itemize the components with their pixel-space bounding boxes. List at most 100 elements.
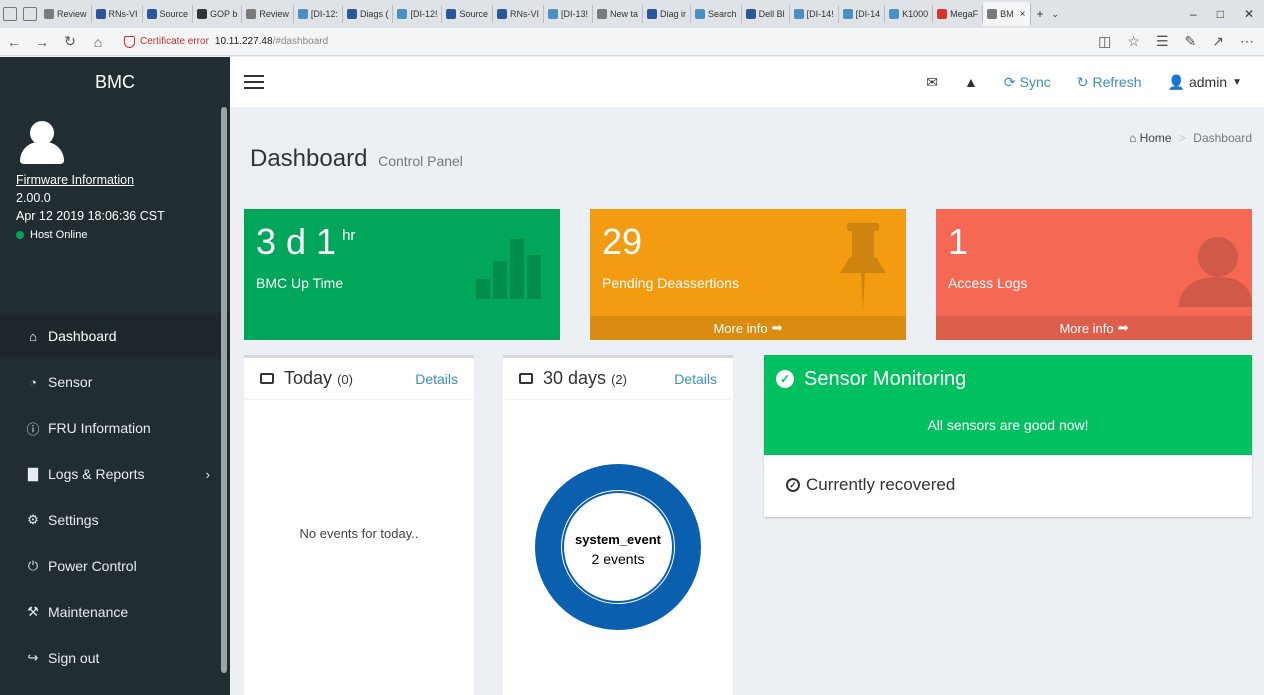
brand-logo[interactable]: BMC bbox=[0, 57, 230, 107]
sidebar-item-logs-reports[interactable]: ▇ Logs & Reports › bbox=[0, 451, 230, 497]
browser-tab[interactable]: RNs-VI bbox=[493, 5, 544, 23]
reload-button[interactable]: ↻ bbox=[56, 33, 84, 50]
warning-icon[interactable]: ▲ bbox=[964, 74, 978, 90]
sidebar-item-power-control[interactable]: ⏻ Power Control bbox=[0, 543, 230, 589]
donut-center bbox=[562, 491, 674, 603]
access-more-label: More info bbox=[1059, 320, 1114, 336]
thirty-day-title: 30 days (2) bbox=[543, 368, 627, 389]
browser-tab[interactable]: Search bbox=[691, 5, 742, 23]
page-title: Dashboard Control Panel bbox=[250, 145, 463, 173]
tab-favicon-icon bbox=[745, 9, 756, 19]
tab-favicon-icon bbox=[297, 9, 308, 19]
url-field[interactable]: 10.11.227.48/#dashboard bbox=[215, 36, 328, 47]
browser-tab[interactable]: K1000 bbox=[885, 5, 934, 23]
close-tab-icon[interactable]: × bbox=[1020, 9, 1026, 20]
uptime-number: 3 d 1 bbox=[256, 221, 337, 262]
minimize-button[interactable]: – bbox=[1190, 7, 1197, 21]
pending-more-label: More info bbox=[713, 320, 768, 336]
more-menu-icon[interactable]: ⋯ bbox=[1240, 33, 1254, 50]
home-button[interactable]: ⌂ bbox=[84, 34, 112, 50]
check-circle-icon: ✓ bbox=[776, 370, 794, 388]
browser-tab[interactable]: [DI-13! bbox=[544, 5, 594, 23]
browser-tab[interactable]: [DI-12! bbox=[393, 5, 443, 23]
set-aside-tabs-icon[interactable] bbox=[23, 7, 37, 21]
page-title-text: Dashboard bbox=[250, 145, 368, 172]
browser-tab[interactable]: Review bbox=[40, 5, 92, 23]
browser-tab[interactable]: MegaF bbox=[933, 5, 984, 23]
firmware-information-link[interactable]: Firmware Information bbox=[16, 173, 214, 187]
tab-favicon-icon bbox=[497, 9, 507, 19]
browser-tab-label: K1000 bbox=[902, 9, 929, 19]
tab-actions-icon[interactable] bbox=[3, 7, 17, 21]
sync-button[interactable]: ⟳ Sync bbox=[1004, 74, 1051, 91]
browser-tab[interactable]: Source bbox=[143, 5, 194, 23]
access-more-info-link[interactable]: More info ➡ bbox=[936, 316, 1252, 340]
tab-list-chevron-icon[interactable]: ⌄ bbox=[1052, 9, 1060, 20]
sidebar-item-label: Sensor bbox=[48, 374, 93, 390]
sidebar-menu: ⌂ Dashboard ◔ Sensor ⓘ FRU Information ▇ Logs &… bbox=[0, 313, 230, 681]
today-events-panel: Today (0) Details No events for today.. bbox=[244, 355, 474, 695]
back-button[interactable]: ← bbox=[0, 34, 28, 50]
user-avatar-icon bbox=[20, 121, 64, 165]
inbox-icon bbox=[260, 373, 274, 384]
refresh-button[interactable]: ↻ Refresh bbox=[1077, 74, 1142, 91]
new-tab-button[interactable]: + bbox=[1037, 7, 1044, 21]
sidebar-item-maintenance[interactable]: ⚒ Maintenance bbox=[0, 589, 230, 635]
sidebar-toggle-icon[interactable] bbox=[244, 71, 264, 93]
sidebar-scrollbar[interactable] bbox=[221, 107, 227, 673]
browser-tab[interactable]: [DI-14 bbox=[839, 5, 886, 23]
user-menu[interactable]: 👤 admin ▼ bbox=[1168, 74, 1242, 91]
browser-tab[interactable]: Dell Bl bbox=[742, 5, 790, 23]
sensor-title: ✓ Sensor Monitoring bbox=[764, 355, 1252, 403]
maximize-button[interactable]: □ bbox=[1217, 7, 1224, 21]
browser-tab[interactable]: BM × bbox=[983, 2, 1031, 26]
browser-tab[interactable]: Review bbox=[242, 5, 294, 23]
forward-button[interactable]: → bbox=[28, 34, 56, 50]
sidebar-item-fru-information[interactable]: ⓘ FRU Information bbox=[0, 405, 230, 451]
thirty-day-title-text: 30 days bbox=[543, 368, 607, 388]
browser-tab[interactable]: Source bbox=[442, 5, 493, 23]
certificate-error-indicator[interactable]: Certificate error bbox=[124, 35, 209, 48]
access-label: Access Logs bbox=[948, 275, 1028, 291]
browser-tab[interactable]: New ta bbox=[593, 5, 644, 23]
browser-tab-label: GOP b bbox=[210, 9, 238, 19]
sidebar-item-dashboard[interactable]: ⌂ Dashboard bbox=[0, 313, 230, 359]
browser-tab[interactable]: GOP b bbox=[193, 5, 243, 23]
sidebar-item-sign-out[interactable]: ↪ Sign out bbox=[0, 635, 230, 681]
sidebar: BMC Firmware Information 2.00.0 Apr 12 2… bbox=[0, 57, 230, 695]
close-window-button[interactable]: ✕ bbox=[1244, 7, 1254, 21]
envelope-icon[interactable]: ✉ bbox=[926, 74, 938, 91]
browser-tab-label: MegaF bbox=[950, 9, 979, 19]
browser-tab-label: New ta bbox=[610, 9, 639, 19]
browser-tab[interactable]: RNs-VI bbox=[92, 5, 143, 23]
favorite-star-icon[interactable]: ☆ bbox=[1127, 33, 1140, 50]
sensor-status: ✓ Currently recovered bbox=[764, 455, 1252, 515]
sync-icon: ⟳ bbox=[1003, 73, 1016, 90]
breadcrumb-home-link[interactable]: ⌂ Home bbox=[1129, 131, 1175, 145]
refresh-icon: ↻ bbox=[1076, 73, 1089, 90]
sidebar-item-settings[interactable]: ⚙ Settings bbox=[0, 497, 230, 543]
power-icon: ⏻ bbox=[27, 558, 39, 573]
browser-tab[interactable]: [DI-14! bbox=[790, 5, 839, 23]
sync-label: Sync bbox=[1019, 74, 1051, 90]
today-details-link[interactable]: Details bbox=[415, 371, 458, 387]
favorites-hub-icon[interactable]: ☰ bbox=[1156, 33, 1169, 50]
notes-pen-icon[interactable]: ✎ bbox=[1185, 33, 1197, 50]
sensor-status-text: Currently recovered bbox=[806, 475, 956, 494]
thirty-day-details-link[interactable]: Details bbox=[674, 371, 717, 387]
sidebar-item-label: Settings bbox=[48, 512, 99, 528]
arrow-circle-right-icon: ➡ bbox=[771, 320, 783, 335]
tab-favicon-icon bbox=[548, 9, 558, 19]
reading-view-icon[interactable]: ◫ bbox=[1098, 33, 1111, 50]
pending-more-info-link[interactable]: More info ➡ bbox=[590, 316, 906, 340]
firmware-date: Apr 12 2019 18:06:36 CST bbox=[16, 209, 165, 223]
sidebar-item-sensor[interactable]: ◔ Sensor bbox=[0, 359, 230, 405]
share-icon[interactable]: ↗ bbox=[1212, 33, 1224, 50]
browser-tab[interactable]: Diag ir bbox=[643, 5, 692, 23]
browser-tab[interactable]: Diags ( bbox=[343, 5, 394, 23]
browser-tab[interactable]: [DI-12: bbox=[294, 5, 343, 23]
tab-favicon-icon bbox=[889, 9, 900, 19]
pushpin-icon bbox=[840, 223, 886, 311]
host-status-label: Host Online bbox=[30, 229, 88, 241]
no-events-message: No events for today.. bbox=[299, 526, 419, 541]
